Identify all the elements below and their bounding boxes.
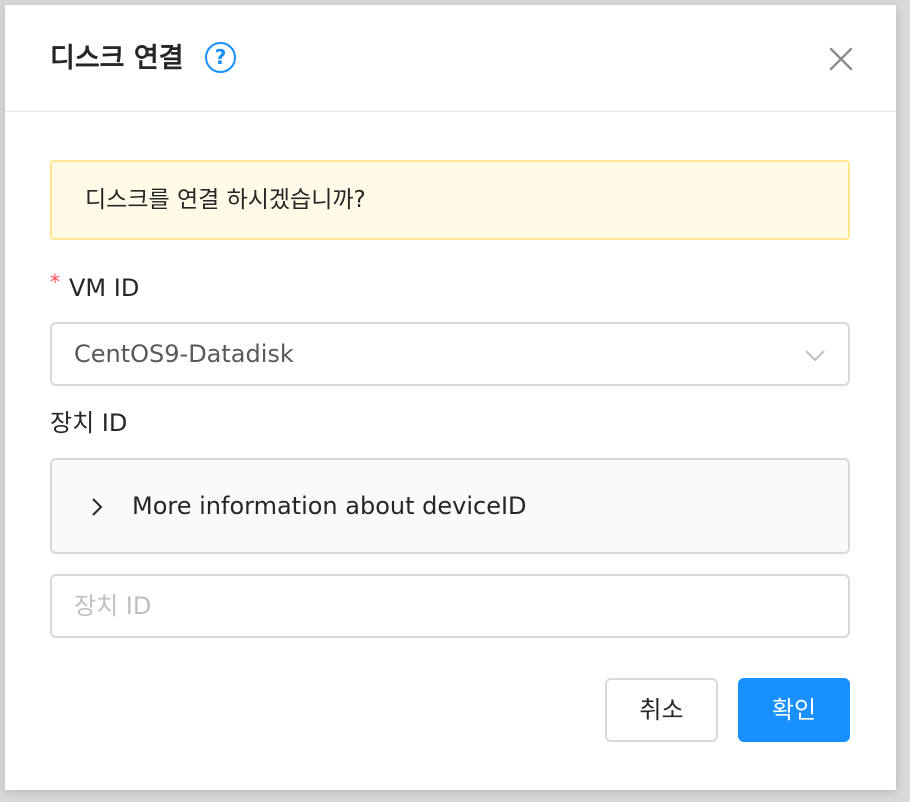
chevron-down-icon: [805, 350, 825, 362]
cancel-button[interactable]: 취소: [605, 678, 718, 742]
close-icon[interactable]: [827, 45, 855, 73]
alert-message: 디스크를 연결 하시겠습니까?: [85, 187, 366, 213]
dialog-header: 디스크 연결 ?: [5, 5, 896, 112]
attach-disk-dialog: 디스크 연결 ? 디스크를 연결 하시겠습니까? * VM ID CentOS9…: [5, 5, 896, 790]
device-id-info-collapse[interactable]: More information about deviceID: [50, 458, 850, 554]
device-id-label: 장치 ID: [50, 409, 128, 437]
collapse-header-text: More information about deviceID: [132, 492, 527, 520]
vm-id-label: VM ID: [69, 274, 140, 302]
device-id-input[interactable]: [50, 574, 850, 638]
vm-id-selected-value: CentOS9-Datadisk: [74, 340, 294, 368]
chevron-right-icon: [92, 498, 103, 516]
required-mark: *: [50, 270, 60, 294]
vm-id-select[interactable]: CentOS9-Datadisk: [50, 322, 850, 386]
question-circle-icon[interactable]: ?: [205, 42, 236, 73]
confirm-button[interactable]: 확인: [738, 678, 850, 742]
dialog-title: 디스크 연결: [50, 43, 184, 74]
confirm-alert: 디스크를 연결 하시겠습니까?: [50, 160, 850, 240]
